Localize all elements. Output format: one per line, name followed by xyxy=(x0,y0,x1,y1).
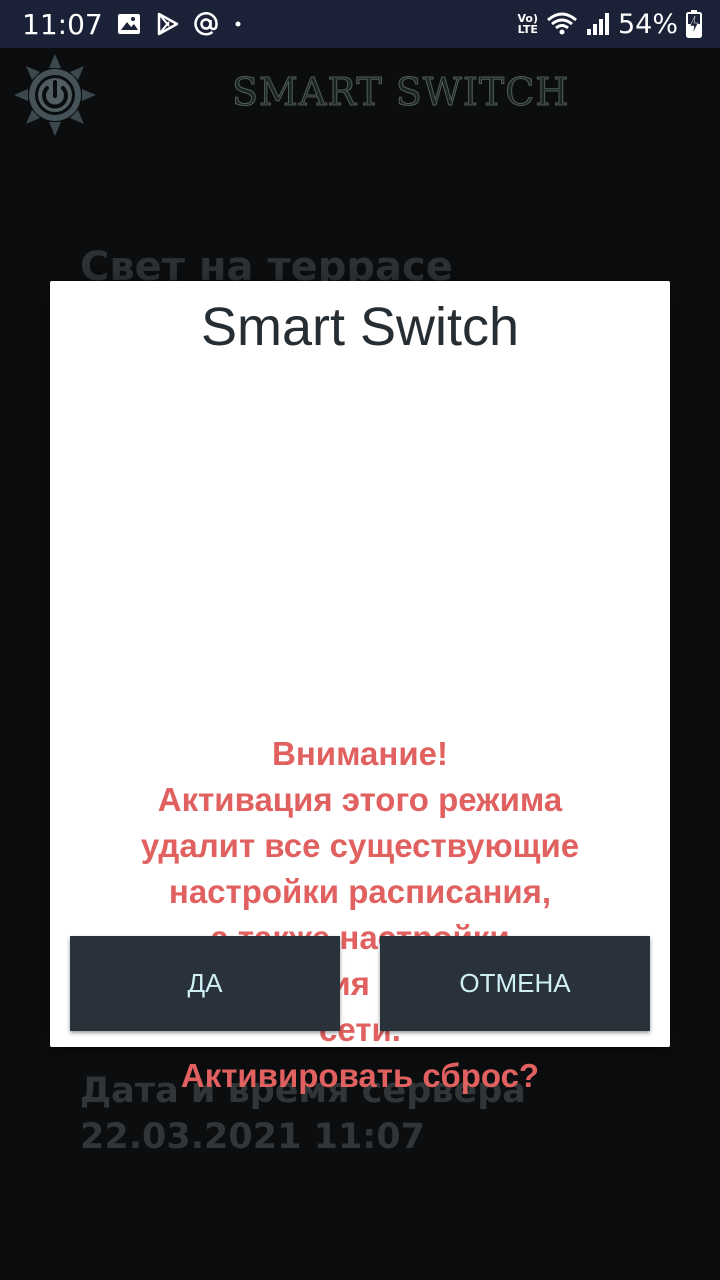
dialog-title: Smart Switch xyxy=(200,297,520,357)
image-icon xyxy=(117,13,141,35)
cancel-button[interactable]: ОТМЕНА xyxy=(380,936,650,1031)
message-line: настройки расписания, xyxy=(168,873,552,910)
dot-icon xyxy=(233,19,243,29)
status-right-group: Vo) LTE 54% xyxy=(517,6,702,42)
status-bar: 11:07 Vo) LTE 54% xyxy=(0,0,720,48)
message-line: Активация этого режима xyxy=(157,781,563,818)
wifi-icon xyxy=(546,11,578,37)
at-sign-icon xyxy=(193,11,219,37)
dialog-message: Внимание! Активация этого режима удалит … xyxy=(70,731,650,1099)
message-line: Активировать сброс? xyxy=(180,1057,540,1094)
play-store-icon xyxy=(155,12,179,36)
status-clock: 11:07 xyxy=(22,7,103,41)
message-line: Внимание! xyxy=(272,735,448,772)
battery-percent: 54% xyxy=(617,8,678,40)
reset-confirm-dialog: Smart Switch Внимание! Активация этого р… xyxy=(50,281,670,1094)
volte-icon: Vo) LTE xyxy=(517,13,538,35)
message-line: удалит все существующие xyxy=(140,827,580,864)
volte-bottom-text: LTE xyxy=(517,23,538,36)
status-left-group: 11:07 xyxy=(22,6,243,42)
battery-charging-icon xyxy=(686,10,702,38)
confirm-button[interactable]: ДА xyxy=(70,936,340,1031)
signal-icon xyxy=(586,12,610,36)
